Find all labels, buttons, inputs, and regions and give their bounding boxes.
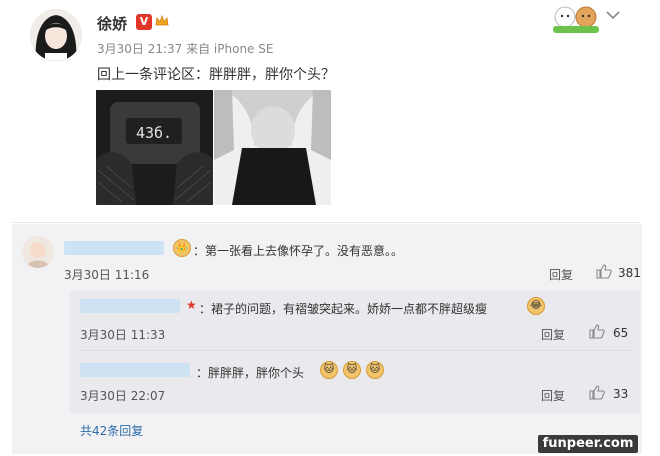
emoji-icon: 🐱	[366, 361, 384, 379]
reply-author-blurred[interactable]	[80, 363, 190, 377]
crown-emoji-icon: 👑	[173, 239, 191, 257]
reply-time: 3月30日 11:33	[80, 328, 166, 342]
commenter-name-blurred[interactable]	[64, 241, 164, 255]
chevron-down-icon[interactable]	[606, 8, 620, 24]
verified-badge-icon: V	[136, 14, 152, 30]
reply-text: ：裙子的问题，有褶皱突起来。娇娇一点都不胖超级瘦	[199, 302, 488, 316]
reply-text: ：胖胖胖，胖你个头	[196, 366, 305, 380]
author-name[interactable]: 徐娇	[97, 13, 127, 34]
more-replies-link[interactable]: 共42条回复	[80, 422, 143, 439]
like-count: 65	[613, 326, 629, 340]
divider	[80, 350, 632, 351]
commenter-avatar[interactable]	[22, 236, 54, 268]
post-meta: 3月30日 21:37 来自 iPhone SE	[97, 42, 274, 56]
post-text: 回上一条评论区：胖胖胖，胖你个头？	[97, 67, 335, 83]
reply-author-blurred[interactable]	[80, 299, 180, 313]
reply-time: 3月30日 22:07	[80, 389, 166, 403]
like-count: 33	[613, 387, 629, 401]
star-icon: ★	[186, 298, 197, 312]
thumbs-up-icon[interactable]	[589, 324, 605, 343]
comment-time: 3月30日 11:16	[64, 268, 150, 282]
laughing-emoji-icon: 😂	[527, 297, 545, 315]
like-count: 381	[618, 266, 641, 280]
reply-button[interactable]: 回复	[541, 387, 565, 404]
watermark: funpeer.com	[538, 435, 638, 453]
divider	[12, 222, 639, 223]
member-crown-icon	[154, 13, 170, 33]
scale-readout: 43б.	[136, 124, 172, 142]
reply-button[interactable]: 回复	[541, 326, 565, 343]
post-photo-scale[interactable]: 43б.	[96, 90, 213, 205]
thumbs-up-icon[interactable]	[596, 264, 612, 283]
emoji-icon: 🐱	[320, 361, 338, 379]
emoji-icon: 🐱	[343, 361, 361, 379]
author-avatar[interactable]	[30, 9, 82, 61]
thumbs-up-icon[interactable]	[589, 385, 605, 404]
post-photo-waist[interactable]	[214, 90, 331, 205]
reply-button[interactable]: 回复	[549, 266, 573, 283]
comment-text: ：第一张看上去像怀孕了。没有恶意。。	[193, 244, 404, 258]
decorative-sticker-icon	[549, 4, 603, 34]
